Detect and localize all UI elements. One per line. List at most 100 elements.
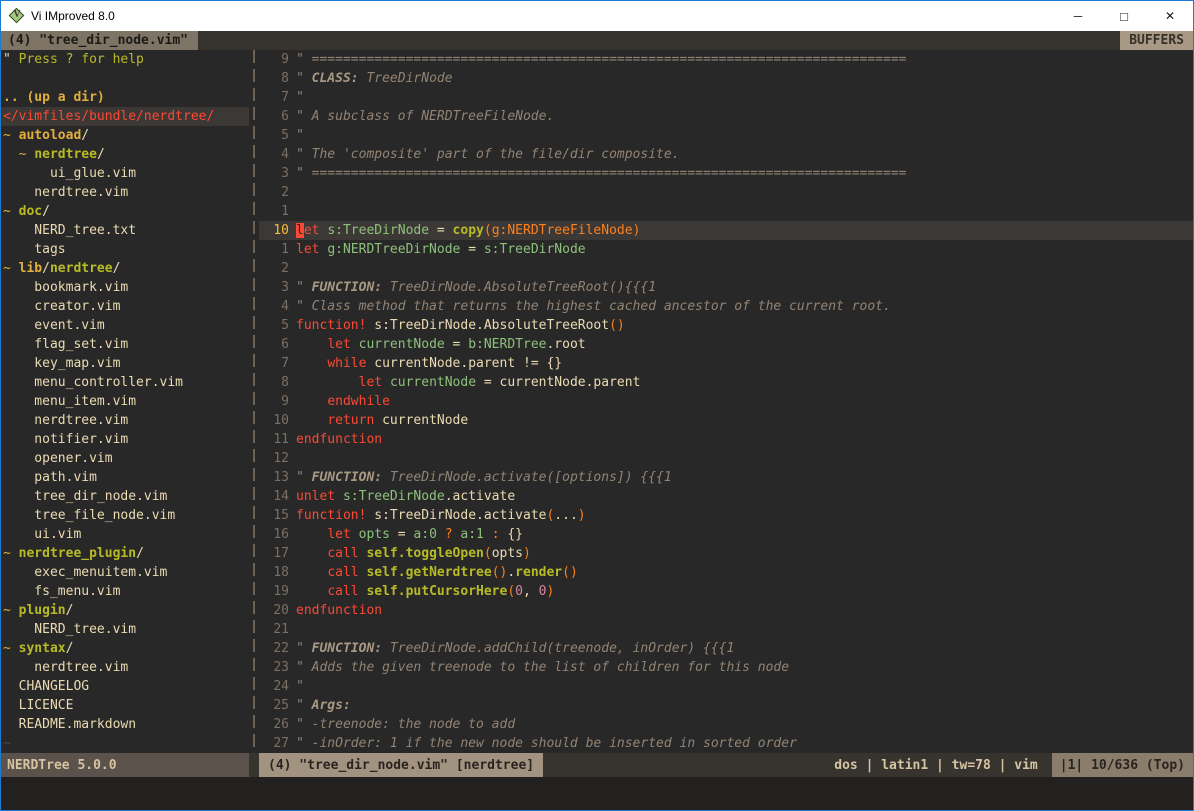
- line-text: function! s:TreeDirNode.AbsoluteTreeRoot…: [296, 316, 1193, 335]
- tree-item[interactable]: nerdtree.vim: [1, 183, 249, 202]
- code-line[interactable]: 6 let currentNode = b:NERDTree.root: [259, 335, 1193, 354]
- tree-item[interactable]: [1, 69, 249, 88]
- tree-item[interactable]: key_map.vim: [1, 354, 249, 373]
- window-controls: ─ □ ✕: [1055, 1, 1193, 31]
- line-number: 25: [259, 696, 289, 715]
- code-line[interactable]: 26" -treenode: the node to add: [259, 715, 1193, 734]
- code-line[interactable]: 25" Args:: [259, 696, 1193, 715]
- tab-active-buffer[interactable]: (4) "tree_dir_node.vim": [1, 31, 198, 50]
- tree-item[interactable]: ~ lib/nerdtree/: [1, 259, 249, 278]
- command-line[interactable]: [1, 777, 1193, 810]
- code-line[interactable]: 7": [259, 88, 1193, 107]
- tree-item[interactable]: menu_controller.vim: [1, 373, 249, 392]
- tree-item[interactable]: ~ nerdtree/: [1, 145, 249, 164]
- tree-item[interactable]: event.vim: [1, 316, 249, 335]
- line-number: 6: [259, 107, 289, 126]
- code-line[interactable]: 12: [259, 449, 1193, 468]
- code-line[interactable]: 17 call self.toggleOpen(opts): [259, 544, 1193, 563]
- tree-item[interactable]: notifier.vim: [1, 430, 249, 449]
- tree-item[interactable]: ~ plugin/: [1, 601, 249, 620]
- tree-item[interactable]: flag_set.vim: [1, 335, 249, 354]
- tree-item[interactable]: menu_item.vim: [1, 392, 249, 411]
- code-line[interactable]: 9 endwhile: [259, 392, 1193, 411]
- code-line[interactable]: 21: [259, 620, 1193, 639]
- code-line[interactable]: 24": [259, 677, 1193, 696]
- line-text: [296, 449, 1193, 468]
- code-line[interactable]: 14unlet s:TreeDirNode.activate: [259, 487, 1193, 506]
- code-line[interactable]: 6" A subclass of NERDTreeFileNode.: [259, 107, 1193, 126]
- code-line[interactable]: 7 while currentNode.parent != {}: [259, 354, 1193, 373]
- code-line[interactable]: 10 return currentNode: [259, 411, 1193, 430]
- code-line[interactable]: 8 let currentNode = currentNode.parent: [259, 373, 1193, 392]
- code-line[interactable]: 13" FUNCTION: TreeDirNode.activate([opti…: [259, 468, 1193, 487]
- line-number: 17: [259, 544, 289, 563]
- tree-item[interactable]: NERD_tree.txt: [1, 221, 249, 240]
- line-number: 5: [259, 126, 289, 145]
- tree-item[interactable]: exec_menuitem.vim: [1, 563, 249, 582]
- tree-item[interactable]: </vimfiles/bundle/nerdtree/: [1, 107, 249, 126]
- tree-item[interactable]: NERD_tree.vim: [1, 620, 249, 639]
- tree-item[interactable]: ui_glue.vim: [1, 164, 249, 183]
- code-line-current[interactable]: 10let s:TreeDirNode = copy(g:NERDTreeFil…: [259, 221, 1193, 240]
- close-icon[interactable]: ✕: [1147, 1, 1193, 31]
- code-line[interactable]: 19 call self.putCursorHere(0, 0): [259, 582, 1193, 601]
- code-line[interactable]: 5": [259, 126, 1193, 145]
- code-line[interactable]: 23 " Adds the given treenode to the list …: [259, 658, 1193, 677]
- code-line[interactable]: 11 endfunction: [259, 430, 1193, 449]
- tree-item[interactable]: README.markdown: [1, 715, 249, 734]
- code-line[interactable]: 1let g:NERDTreeDirNode = s:TreeDirNode: [259, 240, 1193, 259]
- tree-item[interactable]: path.vim: [1, 468, 249, 487]
- window-separator[interactable]: [249, 50, 259, 753]
- code-line[interactable]: 1: [259, 202, 1193, 221]
- tree-item[interactable]: tags: [1, 240, 249, 259]
- tree-item[interactable]: fs_menu.vim: [1, 582, 249, 601]
- code-line[interactable]: 2: [259, 259, 1193, 278]
- minimize-icon[interactable]: ─: [1055, 1, 1101, 31]
- tree-item[interactable]: ~: [1, 734, 249, 753]
- code-line[interactable]: 15function! s:TreeDirNode.activate(...): [259, 506, 1193, 525]
- tree-item[interactable]: ~ autoload/: [1, 126, 249, 145]
- tree-item[interactable]: ui.vim: [1, 525, 249, 544]
- code-line[interactable]: 2: [259, 183, 1193, 202]
- line-text: [296, 183, 1193, 202]
- code-line[interactable]: 4" The 'composite' part of the file/dir …: [259, 145, 1193, 164]
- code-line[interactable]: 3" =====================================…: [259, 164, 1193, 183]
- line-number: 13: [259, 468, 289, 487]
- tree-item[interactable]: bookmark.vim: [1, 278, 249, 297]
- tree-item[interactable]: CHANGELOG: [1, 677, 249, 696]
- editor-panel[interactable]: 9" =====================================…: [259, 50, 1193, 753]
- tree-item[interactable]: .. (up a dir): [1, 88, 249, 107]
- nerdtree-panel: " Press ? for help .. (up a dir)</vimfile…: [1, 50, 249, 753]
- tree-item[interactable]: nerdtree.vim: [1, 658, 249, 677]
- code-line[interactable]: 20endfunction: [259, 601, 1193, 620]
- code-line[interactable]: 27" -inOrder: 1 if the new node should b…: [259, 734, 1193, 753]
- code-line[interactable]: 16 let opts = a:0 ? a:1 : {}: [259, 525, 1193, 544]
- tree-item[interactable]: ~ doc/: [1, 202, 249, 221]
- tree-item[interactable]: opener.vim: [1, 449, 249, 468]
- tree-item[interactable]: tree_file_node.vim: [1, 506, 249, 525]
- line-text: " FUNCTION: TreeDirNode.AbsoluteTreeRoot…: [296, 278, 1193, 297]
- tree-item[interactable]: nerdtree.vim: [1, 411, 249, 430]
- line-text: endfunction: [296, 430, 1193, 449]
- line-text: " Adds the given treenode to the list of…: [296, 658, 1193, 677]
- line-text: let g:NERDTreeDirNode = s:TreeDirNode: [296, 240, 1193, 259]
- title-bar: V Vi IMproved 8.0 ─ □ ✕: [1, 1, 1193, 31]
- maximize-icon[interactable]: □: [1101, 1, 1147, 31]
- line-number: 23: [259, 658, 289, 677]
- code-line[interactable]: 9" =====================================…: [259, 50, 1193, 69]
- code-line[interactable]: 5function! s:TreeDirNode.AbsoluteTreeRoo…: [259, 316, 1193, 335]
- line-text: endfunction: [296, 601, 1193, 620]
- code-line[interactable]: 3" FUNCTION: TreeDirNode.AbsoluteTreeRoo…: [259, 278, 1193, 297]
- code-line[interactable]: 4" Class method that returns the highest…: [259, 297, 1193, 316]
- tree-item[interactable]: ~ nerdtree_plugin/: [1, 544, 249, 563]
- tree-item[interactable]: tree_dir_node.vim: [1, 487, 249, 506]
- code-line[interactable]: 8" CLASS: TreeDirNode: [259, 69, 1193, 88]
- line-number: 11: [259, 430, 289, 449]
- vim-app-icon: V: [9, 8, 25, 24]
- tree-item[interactable]: creator.vim: [1, 297, 249, 316]
- tree-item[interactable]: " Press ? for help: [1, 50, 249, 69]
- tree-item[interactable]: LICENCE: [1, 696, 249, 715]
- tree-item[interactable]: ~ syntax/: [1, 639, 249, 658]
- code-line[interactable]: 22" FUNCTION: TreeDirNode.addChild(treen…: [259, 639, 1193, 658]
- code-line[interactable]: 18 call self.getNerdtree().render(): [259, 563, 1193, 582]
